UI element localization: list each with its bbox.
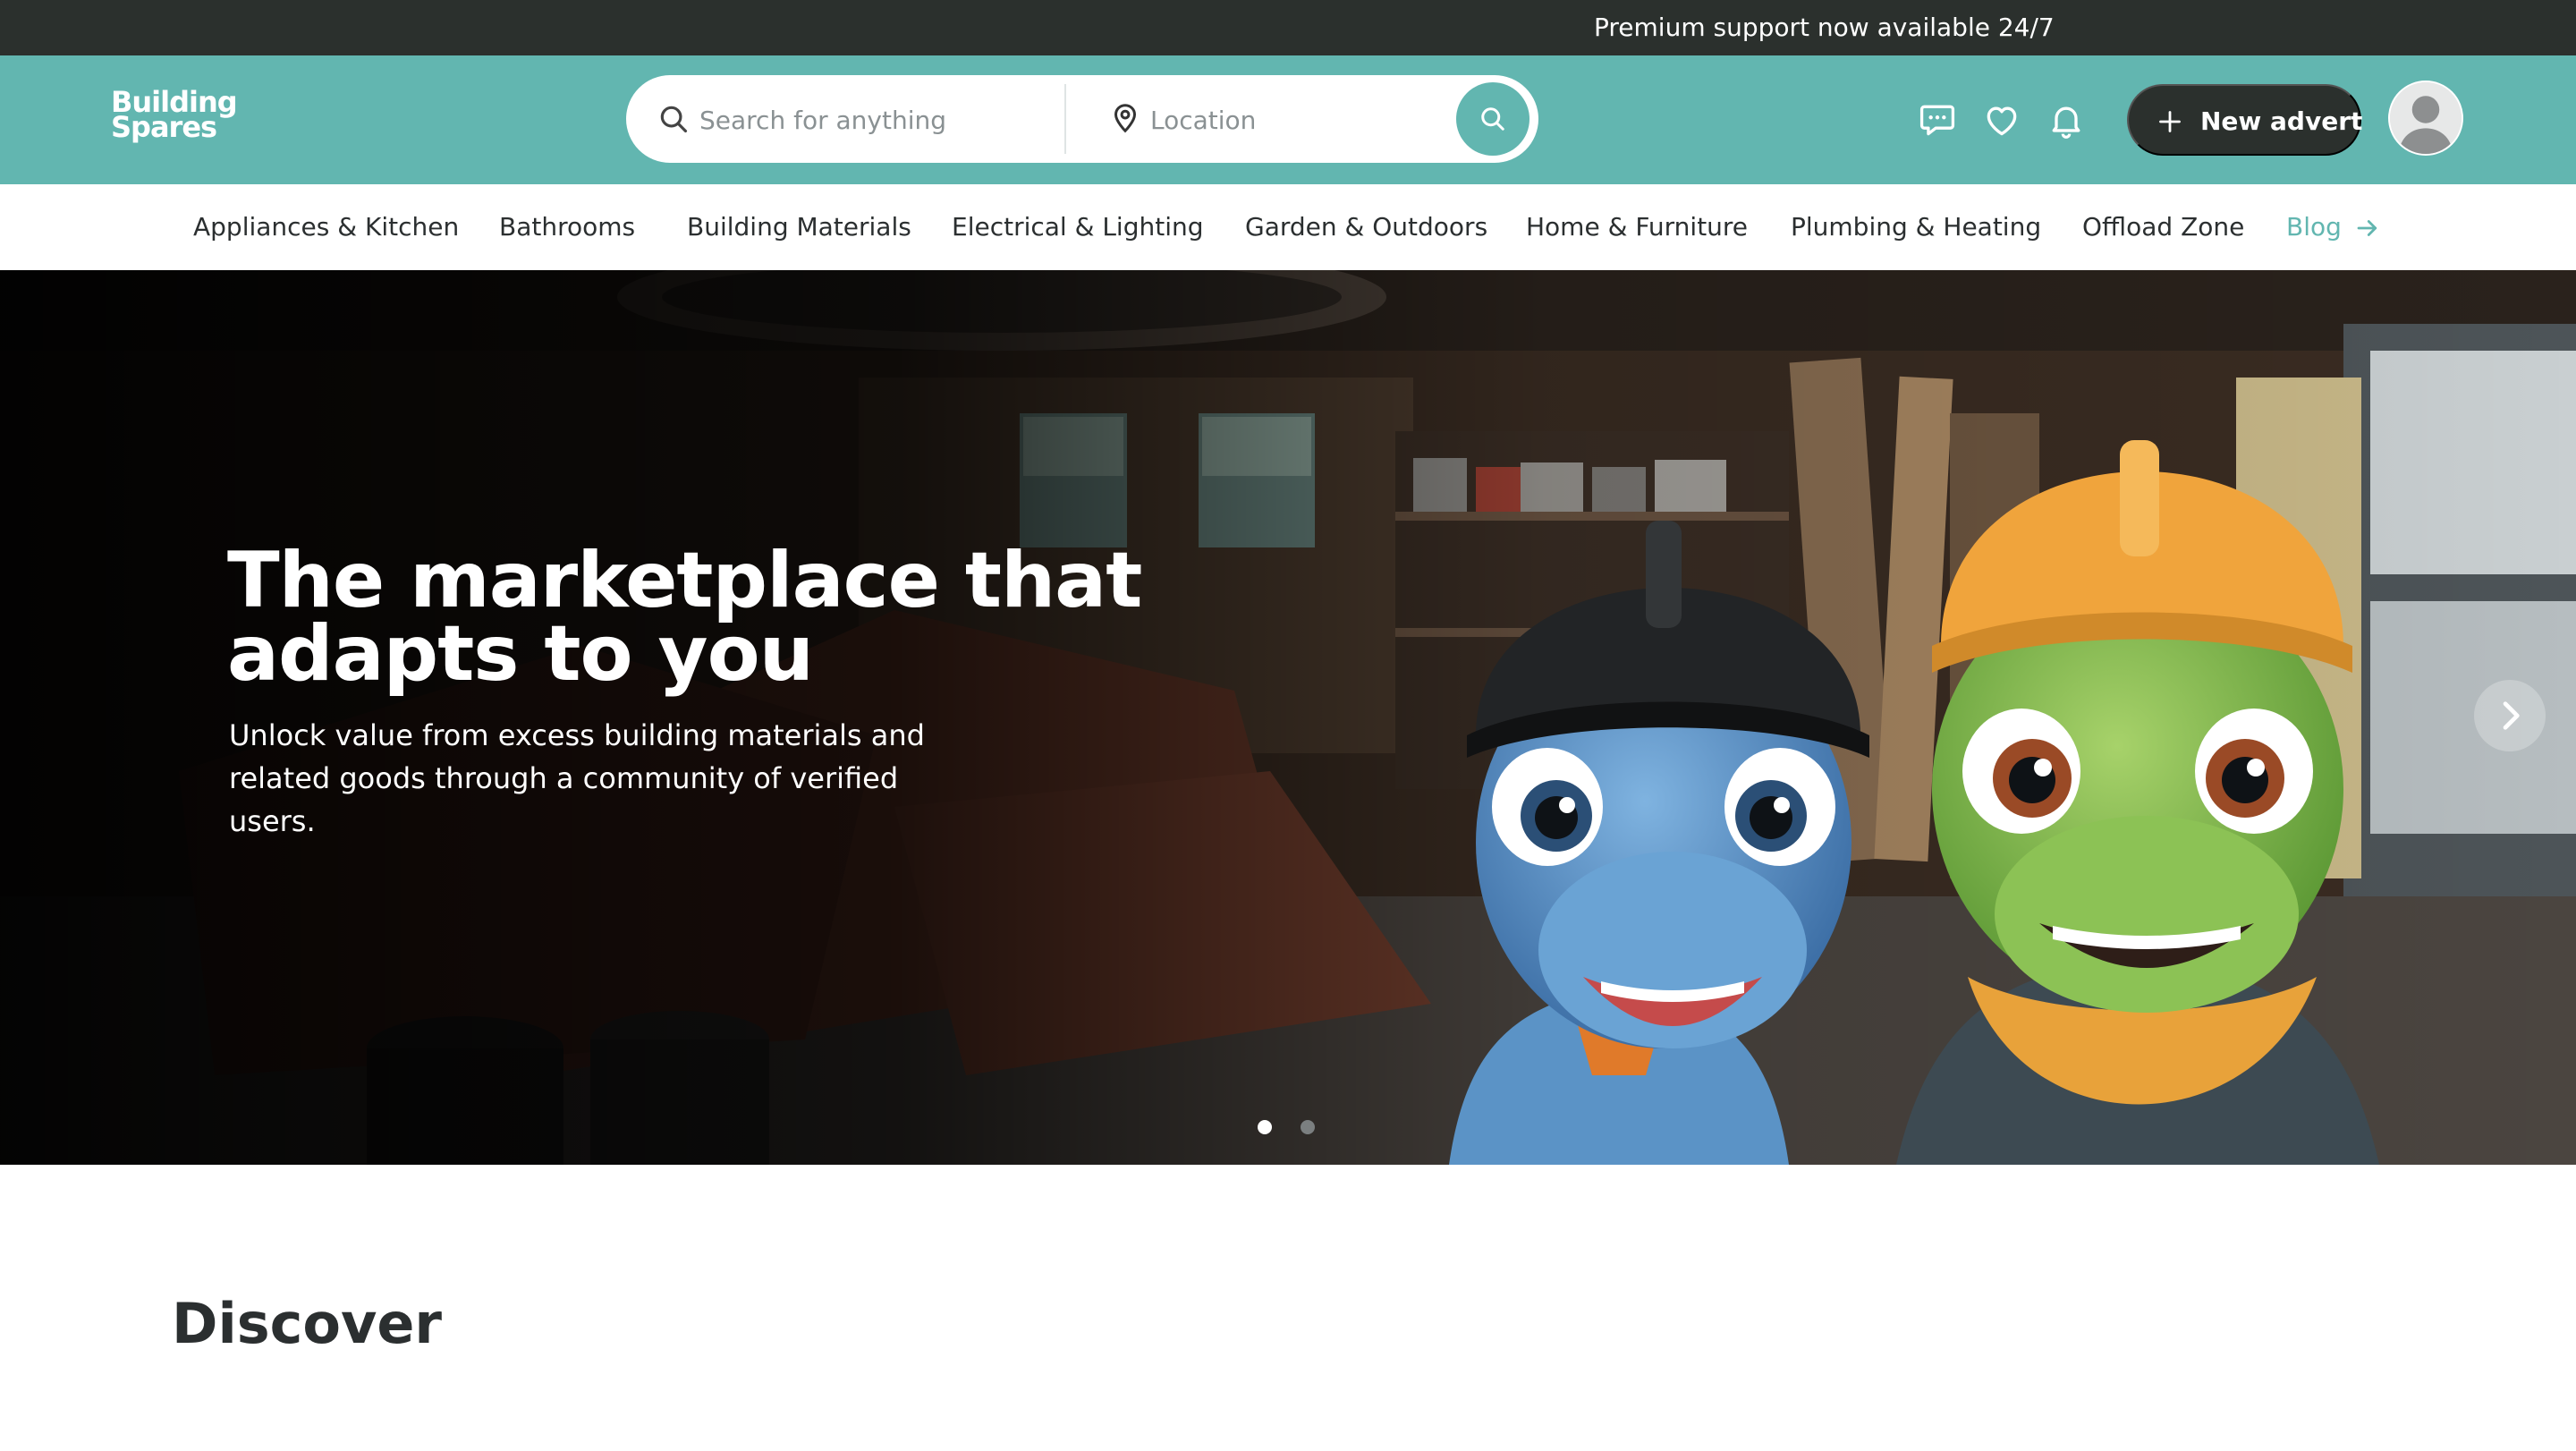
category-home-furniture[interactable]: Home & Furniture [1526, 209, 1748, 245]
category-offload-zone[interactable]: Offload Zone [2082, 209, 2244, 245]
category-building-materials[interactable]: Building Materials [687, 209, 911, 245]
search-icon [660, 106, 688, 133]
search-submit-button[interactable] [1456, 82, 1530, 156]
hero-title: The marketplace that adapts to you [227, 536, 1142, 699]
blog-label: Blog [2286, 212, 2342, 242]
search-bar [626, 75, 1538, 163]
logo[interactable]: Building Spares [111, 88, 238, 141]
discover-heading: Discover [172, 1291, 443, 1356]
category-plumbing-heating[interactable]: Plumbing & Heating [1791, 209, 2041, 245]
category-nav: Appliances & Kitchen Bathrooms Building … [0, 184, 2576, 271]
heart-icon[interactable] [1982, 100, 2021, 140]
carousel-dot-2[interactable] [1301, 1120, 1315, 1134]
arrow-right-icon [2357, 220, 2377, 236]
carousel-dot-1[interactable] [1258, 1120, 1272, 1134]
hero-carousel: The marketplace that adapts to you Unloc… [0, 270, 2576, 1165]
chevron-right-icon [2503, 701, 2520, 730]
carousel-next-button[interactable] [2474, 680, 2546, 751]
location-pin-icon [1114, 104, 1137, 133]
location-input[interactable] [1148, 97, 1385, 143]
bell-icon[interactable] [2046, 100, 2086, 140]
category-blog[interactable]: Blog [2286, 209, 2381, 245]
category-appliances-kitchen[interactable]: Appliances & Kitchen [193, 209, 459, 245]
site-header: Building Spares Search for anything Loca… [0, 55, 2576, 184]
search-input[interactable] [698, 97, 1041, 143]
announcement-text: Premium support now available 24/7 [1594, 13, 2055, 42]
new-advert-label: New advert [2200, 106, 2363, 136]
announcement-bar: Premium support now available 24/7 [0, 0, 2576, 55]
plus-icon [2159, 111, 2181, 132]
messages-icon[interactable] [1918, 100, 1957, 140]
user-avatar[interactable] [2388, 81, 2463, 156]
user-silhouette-icon [2390, 82, 2462, 154]
search-divider [1064, 84, 1066, 154]
category-bathrooms[interactable]: Bathrooms [499, 209, 635, 245]
category-garden-outdoors[interactable]: Garden & Outdoors [1245, 209, 1487, 245]
category-electrical-lighting[interactable]: Electrical & Lighting [952, 209, 1204, 245]
new-advert-button[interactable]: New advert [2127, 84, 2363, 156]
search-icon [1481, 107, 1504, 131]
hero-subtitle: Unlock value from excess building materi… [229, 718, 925, 838]
